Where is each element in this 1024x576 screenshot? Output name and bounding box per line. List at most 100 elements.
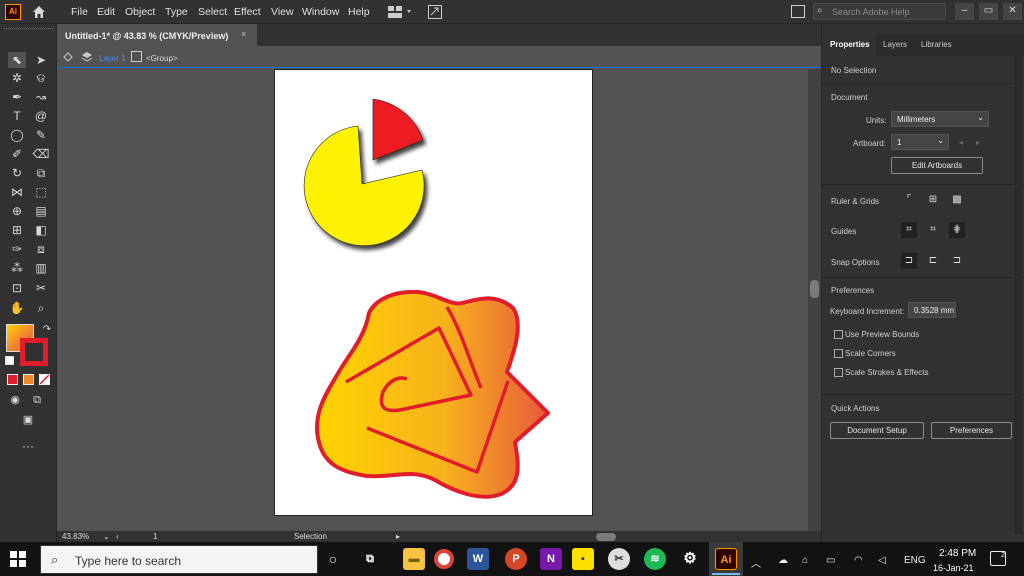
scale-strokes-checkbox[interactable] [834,368,843,377]
artboard-select[interactable]: 1 ⌄ [891,134,949,150]
back-arrow-icon[interactable] [63,52,73,62]
scale-tool-icon[interactable]: ⧉ [32,165,50,181]
menu-edit[interactable]: Edit [97,6,115,18]
illustrator-taskbar-icon[interactable]: Ai [715,548,737,570]
artboard-tool-icon[interactable]: ⊡ [8,280,26,296]
menu-select[interactable]: Select [198,6,227,18]
chrome-icon[interactable] [434,549,454,569]
arrange-documents-icon[interactable] [791,5,805,18]
type-tool-icon[interactable]: T [8,108,26,124]
document-setup-button[interactable]: Document Setup [830,422,924,439]
next-artboard-arrow-icon[interactable]: ▸ [976,138,980,147]
smart-guides-icon[interactable]: ⋕ [949,222,965,238]
snap-to-pixel-icon[interactable]: ⊏ [925,253,941,269]
direct-selection-tool-icon[interactable]: ➤ [32,52,50,68]
lock-guides-icon[interactable]: ⌗ [925,222,941,238]
grid-icon[interactable]: ⊞ [925,192,941,208]
clock-date[interactable]: 16-Jan-21 [933,563,974,573]
minimize-button[interactable]: – [955,3,974,20]
send-to-icon[interactable] [427,4,443,20]
gradient-shape-art[interactable] [315,289,550,499]
tab-layers[interactable]: Layers [883,40,907,49]
snipping-tool-icon[interactable]: ✂ [608,548,630,570]
column-graph-tool-icon[interactable]: ▥ [32,260,50,276]
zoom-dropdown-icon[interactable]: ⌄ [103,532,110,541]
volume-icon[interactable]: ◁ [878,555,886,566]
zoom-level[interactable]: 43.83% [62,532,89,541]
scrollbar-thumb[interactable] [810,280,819,298]
edit-artboards-button[interactable]: Edit Artboards [891,157,983,174]
taskbar-search-box[interactable]: ⌕ Type here to search [40,545,318,574]
eraser-tool-icon[interactable]: ⌫ [32,146,50,162]
document-tab[interactable]: Untitled-1* @ 43.83 % (CMYK/Preview) [57,24,257,46]
curvature-tool-icon[interactable]: ↝ [32,89,50,105]
clock-time[interactable]: 2:48 PM [939,548,976,559]
transparency-grid-icon[interactable]: ▩ [949,192,965,208]
free-transform-tool-icon[interactable]: ⬚ [32,184,50,200]
draw-normal-icon[interactable]: ◉ [6,392,24,408]
edit-toolbar-icon[interactable]: ··· [19,438,37,454]
word-icon[interactable]: W [467,548,489,570]
spotify-icon[interactable]: ≋ [644,548,666,570]
preferences-button[interactable]: Preferences [931,422,1012,439]
gradient-mode-icon[interactable] [23,374,34,385]
ellipse-tool-icon[interactable]: ◯ [8,127,26,143]
prev-artboard-arrow-icon[interactable]: ◂ [959,138,963,147]
sticky-notes-icon[interactable]: ▪ [572,548,594,570]
width-tool-icon[interactable]: ⋈ [8,184,26,200]
gradient-blob[interactable] [315,289,550,499]
rotate-tool-icon[interactable]: ↻ [8,165,26,181]
canvas[interactable] [57,69,808,531]
settings-icon[interactable]: ⚙ [679,548,701,570]
menu-file[interactable]: File [71,6,88,18]
snap-to-glyph-icon[interactable]: ⊐ [949,253,965,269]
gradient-tool-icon[interactable]: ◧ [32,222,50,238]
breadcrumb-group[interactable]: <Group> [146,54,178,63]
tab-properties[interactable]: Properties [830,40,870,49]
screen-mode-icon[interactable]: ⧉ [28,392,46,408]
default-colors-icon[interactable] [5,356,14,365]
units-select[interactable]: Millimeters ⌄ [891,111,989,127]
keyboard-increment-input[interactable]: 0.3528 mm [908,302,956,318]
blend-tool-icon[interactable]: ⧈ [32,241,50,257]
close-window-button[interactable]: ✕ [1003,3,1022,20]
stroke-swatch[interactable] [20,338,48,366]
mesh-tool-icon[interactable]: ⊞ [8,222,26,238]
swap-fill-stroke-icon[interactable]: ↷ [38,322,56,338]
horizontal-scroll-thumb[interactable] [596,533,616,541]
menu-window[interactable]: Window [302,6,339,18]
restore-button[interactable]: ▭ [979,3,998,20]
shape-builder-tool-icon[interactable]: ⊕ [8,203,26,219]
close-tab-icon[interactable]: × [241,29,246,39]
none-mode-icon[interactable] [39,374,50,385]
artboard[interactable] [274,69,593,516]
network-icon[interactable]: ⌂ [802,555,808,566]
snap-to-point-icon[interactable]: ⊐ [901,253,917,269]
artboard-number[interactable]: 1 [153,532,157,541]
pen-tool-icon[interactable]: ✒ [8,89,26,105]
use-preview-bounds-checkbox[interactable] [834,330,843,339]
menu-help[interactable]: Help [348,6,370,18]
prev-artboard-icon[interactable]: ‹ [116,532,119,541]
zoom-tool-icon[interactable]: ⌕ [32,300,50,316]
language-indicator[interactable]: ENG [904,555,926,566]
paintbrush-tool-icon[interactable]: ✎ [32,127,50,143]
perspective-grid-tool-icon[interactable]: ▤ [32,203,50,219]
notifications-icon[interactable]: 2 [990,551,1006,566]
color-mode-icon[interactable] [7,374,18,385]
hand-tool-icon[interactable]: ✋ [8,300,26,316]
panel-scrollbar[interactable] [1014,44,1022,534]
task-view-icon[interactable]: ⧉ [359,548,381,570]
powerpoint-icon[interactable]: P [505,548,527,570]
menu-type[interactable]: Type [165,6,188,18]
menu-view[interactable]: View [271,6,294,18]
selection-tool-icon[interactable]: ⬉ [8,52,26,68]
show-hidden-icons-icon[interactable]: ︿ [751,555,761,570]
pie-red-slice[interactable] [372,98,424,161]
scale-corners-checkbox[interactable] [834,349,843,358]
eyedropper-tool-icon[interactable]: ✑ [8,241,26,257]
onenote-icon[interactable]: N [540,548,562,570]
lasso-tool-icon[interactable]: ଡ [32,70,50,86]
wifi-icon[interactable]: ◠ [854,555,863,566]
search-help-input[interactable]: ⌕ Search Adobe Help [813,3,946,20]
